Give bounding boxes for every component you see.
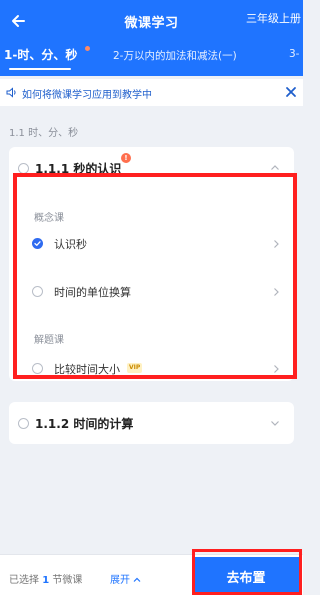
notice-bar[interactable]: 如何将微课学习应用到教学中 <box>0 79 303 106</box>
lesson-checkbox[interactable] <box>18 418 29 429</box>
grade-selector-label: 三年级上册 <box>246 12 301 25</box>
section-title: 1.1 时、分、秒 <box>9 128 79 139</box>
category-label: 解题课 <box>34 335 64 346</box>
selected-summary: 已选择 1 节微课 <box>9 571 82 586</box>
chevron-up-icon <box>133 577 141 582</box>
item-label: 认识秒 <box>54 238 87 251</box>
top-header: 微课学习 三年级上册 1-时、分、秒 2-万以内的加法和减法(一) 3- <box>0 0 303 76</box>
chevron-right-icon <box>274 288 279 296</box>
selected-prefix: 已选择 <box>9 575 39 586</box>
checkbox[interactable] <box>32 286 43 297</box>
bottom-bar: 已选择 1 节微课 展开 去布置 <box>0 554 303 595</box>
item-label: 时间的单位换算 <box>54 286 131 299</box>
chevron-right-icon <box>274 365 279 373</box>
chapter-tabs: 1-时、分、秒 2-万以内的加法和减法(一) 3- <box>0 46 303 74</box>
notice-text: 如何将微课学习应用到教学中 <box>22 90 152 101</box>
chevron-up-icon[interactable] <box>270 163 280 173</box>
selected-count: 1 <box>42 575 50 586</box>
assign-button[interactable]: 去布置 <box>193 557 299 595</box>
item-label: 比较时间大小 <box>54 363 120 376</box>
speaker-icon <box>6 87 16 98</box>
checkbox[interactable] <box>32 363 43 374</box>
chevron-right-icon <box>274 240 279 248</box>
category-label: 概念课 <box>34 213 64 224</box>
alert-badge: ! <box>121 153 131 163</box>
expand-button[interactable]: 展开 <box>110 571 141 586</box>
lesson-card: 1.1.2 时间的计算 <box>9 402 294 444</box>
checkmark-icon <box>34 241 41 246</box>
lesson-title[interactable]: 1.1.1 秒的认识 <box>35 160 121 177</box>
vip-badge: VIP <box>127 363 143 373</box>
app-screen: 微课学习 三年级上册 1-时、分、秒 2-万以内的加法和减法(一) 3- 如何将… <box>0 0 303 595</box>
expand-label: 展开 <box>110 575 130 586</box>
close-icon[interactable] <box>285 86 297 98</box>
lesson-card: 1.1.1 秒的认识 ! 概念课 认识秒 时间的单位换算 解题课 比较时间大小 … <box>9 147 294 381</box>
chevron-down-icon[interactable] <box>270 418 280 428</box>
tab-chapter-1[interactable]: 1-时、分、秒 <box>4 46 77 63</box>
lesson-title[interactable]: 1.1.2 时间的计算 <box>35 415 133 432</box>
tab-chapter-3[interactable]: 3- <box>289 48 299 60</box>
new-dot-indicator <box>85 46 90 51</box>
lesson-checkbox[interactable] <box>18 163 29 174</box>
selected-suffix: 节微课 <box>52 575 83 586</box>
tab-chapter-2[interactable]: 2-万以内的加法和减法(一) <box>113 48 237 63</box>
active-tab-underline <box>9 68 71 70</box>
grade-selector[interactable]: 三年级上册 <box>246 10 303 26</box>
